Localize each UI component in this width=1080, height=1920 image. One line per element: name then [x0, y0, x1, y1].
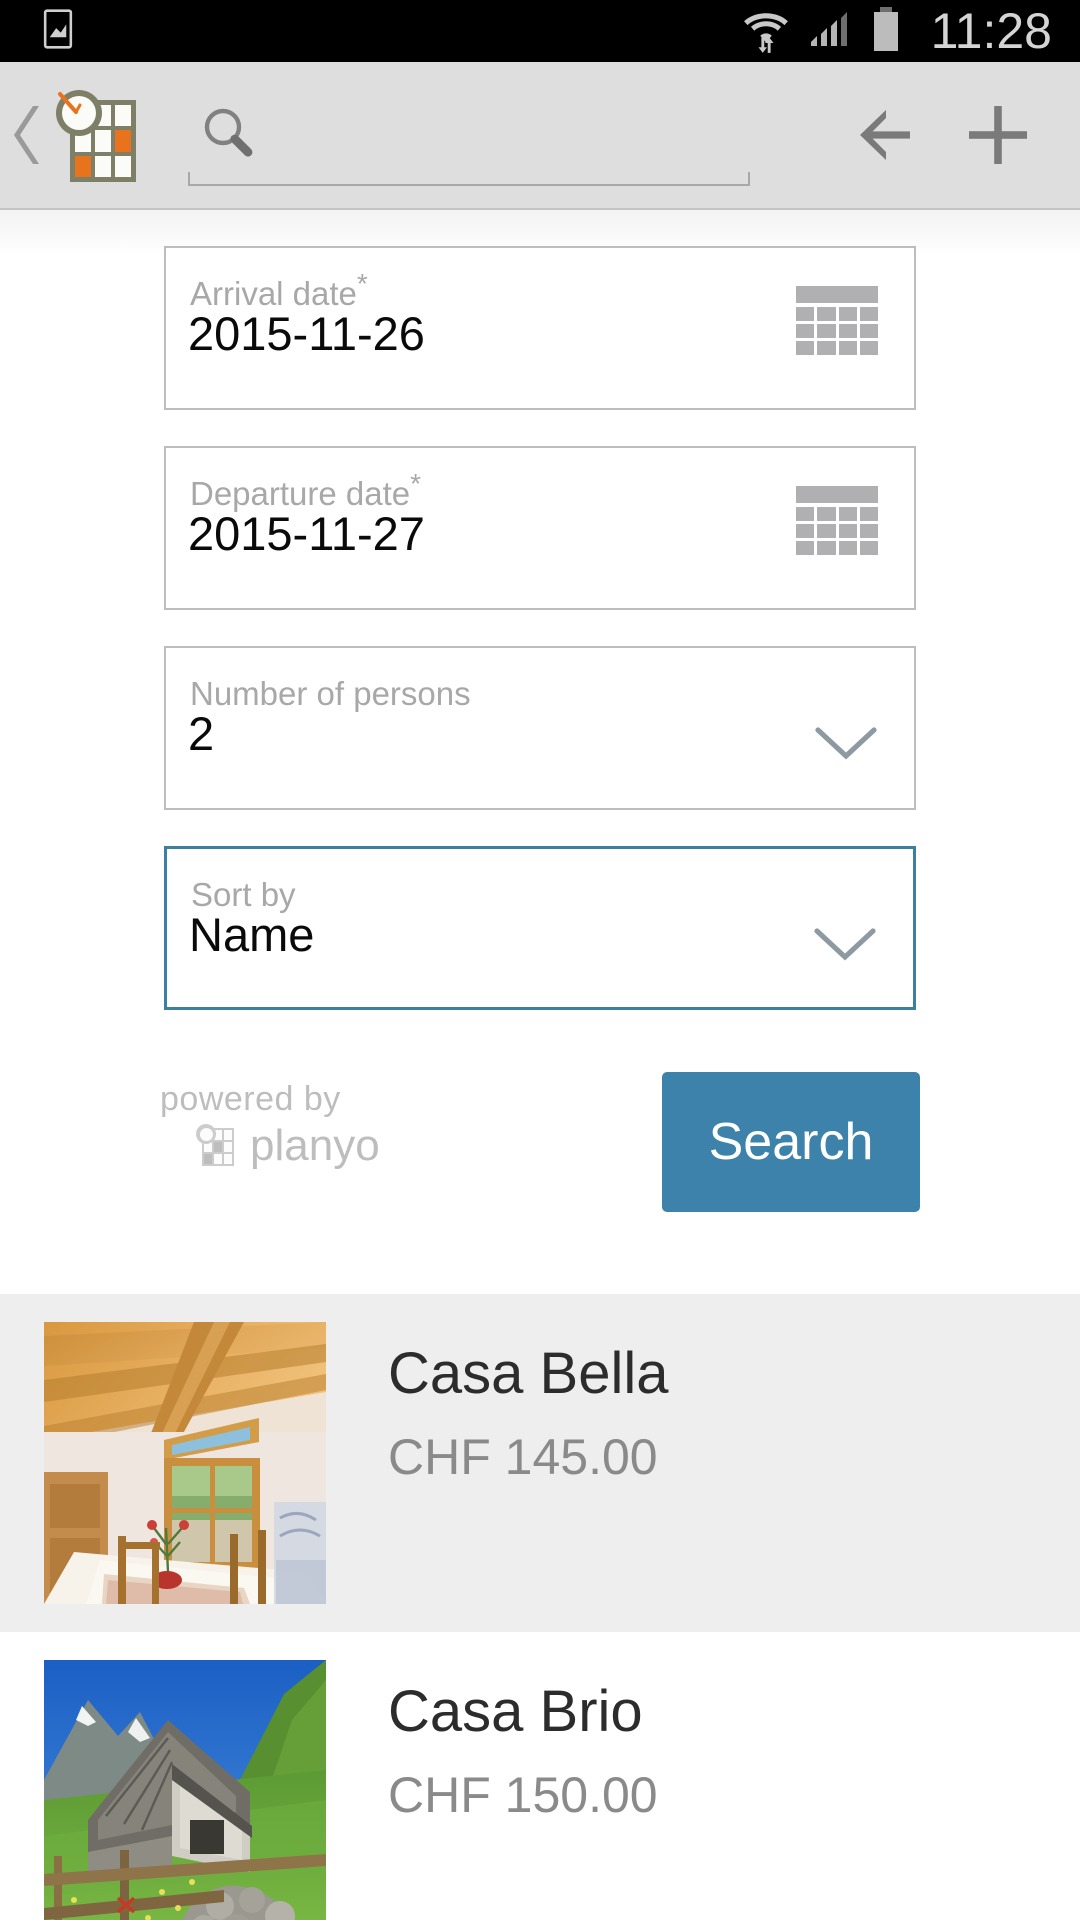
result-row-casa-bella[interactable]: Casa Bella CHF 145.00 — [0, 1294, 1080, 1632]
status-bar-right: 11:28 — [741, 4, 1080, 59]
search-results-list: Casa Bella CHF 145.00 Casa Brio CHF 150.… — [0, 1294, 1080, 1920]
chevron-left-icon[interactable] — [8, 100, 48, 170]
result-thumbnail-casa-brio — [44, 1660, 326, 1920]
status-bar-clock: 11:28 — [930, 3, 1052, 59]
calendar-icon[interactable] — [796, 486, 878, 556]
result-thumbnail-casa-bella — [44, 1322, 326, 1604]
logo-clock-hand — [58, 92, 82, 114]
field-value-arrival-date: 2015-11-26 — [188, 307, 425, 360]
chevron-down-icon[interactable] — [813, 925, 877, 970]
planyo-logo-small — [196, 1124, 240, 1168]
search-icon[interactable] — [198, 103, 258, 168]
search-bar[interactable] — [142, 62, 830, 208]
required-mark: * — [356, 268, 368, 299]
calendar-icon[interactable] — [796, 286, 878, 356]
status-bar-left — [0, 7, 80, 56]
search-input-underline — [188, 172, 750, 186]
planyo-brand-row: planyo — [160, 1121, 420, 1171]
wifi-icon — [741, 4, 791, 59]
cellular-signal-icon — [807, 6, 855, 57]
powered-by-text: powered by — [160, 1080, 341, 1118]
battery-icon — [871, 5, 901, 58]
result-price: CHF 150.00 — [388, 1766, 658, 1823]
powered-by-planyo: powered by planyo — [160, 1080, 420, 1171]
result-row-casa-brio[interactable]: Casa Brio CHF 150.00 — [0, 1632, 1080, 1920]
add-button[interactable] — [942, 79, 1054, 191]
result-info-casa-bella: Casa Bella CHF 145.00 — [326, 1322, 668, 1486]
field-value-number-of-persons: 2 — [188, 707, 215, 760]
app-header — [0, 62, 1080, 210]
field-number-of-persons[interactable]: Number of persons 2 — [164, 646, 916, 810]
result-price: CHF 145.00 — [388, 1428, 658, 1485]
search-button[interactable]: Search — [662, 1072, 920, 1212]
photo-icon — [36, 7, 80, 56]
page-body: Arrival date* 2015-11-26 Departure date*… — [0, 210, 1080, 1920]
form-actions: powered by planyo Search — [0, 1072, 1080, 1272]
result-info-casa-brio: Casa Brio CHF 150.00 — [326, 1660, 658, 1824]
field-departure-date[interactable]: Departure date* 2015-11-27 — [164, 446, 916, 610]
field-label-number-of-persons: Number of persons — [190, 668, 471, 713]
search-form: Arrival date* 2015-11-26 Departure date*… — [0, 210, 1080, 1272]
chevron-down-icon[interactable] — [814, 724, 878, 769]
back-button[interactable] — [830, 79, 942, 191]
planyo-logo[interactable] — [44, 86, 142, 184]
search-input[interactable] — [262, 114, 740, 170]
planyo-brand-name: planyo — [250, 1121, 380, 1170]
field-value-departure-date: 2015-11-27 — [188, 507, 425, 560]
field-sort-by[interactable]: Sort by Name — [164, 846, 916, 1010]
required-mark: * — [410, 468, 422, 499]
result-title: Casa Brio — [388, 1679, 643, 1744]
field-arrival-date[interactable]: Arrival date* 2015-11-26 — [164, 246, 916, 410]
status-bar: 11:28 — [0, 0, 1080, 62]
label-text: Number of persons — [190, 675, 471, 712]
field-value-sort-by: Name — [189, 908, 315, 961]
result-title: Casa Bella — [388, 1341, 669, 1406]
